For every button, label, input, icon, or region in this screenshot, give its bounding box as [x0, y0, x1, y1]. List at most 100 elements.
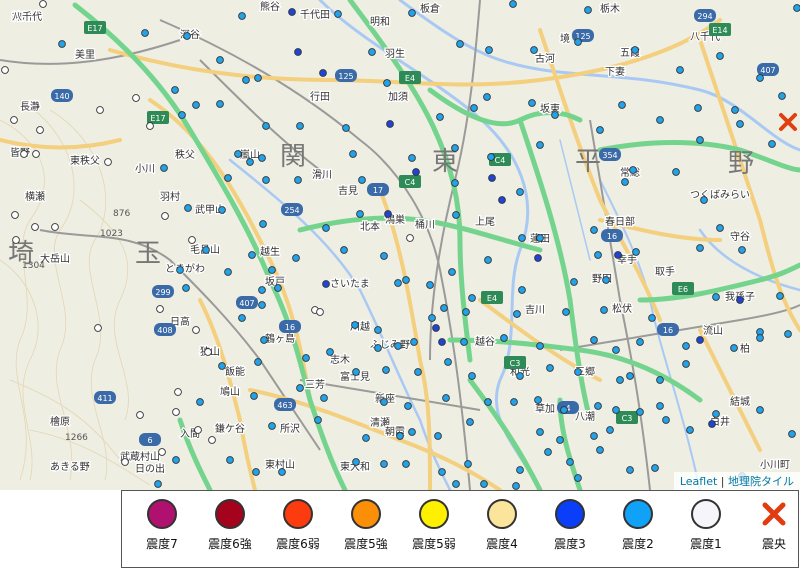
station-marker[interactable]	[182, 284, 190, 292]
station-marker[interactable]	[614, 251, 622, 259]
station-marker[interactable]	[594, 251, 602, 259]
station-marker[interactable]	[268, 422, 276, 430]
station-marker[interactable]	[104, 158, 112, 166]
station-marker[interactable]	[262, 176, 270, 184]
station-marker[interactable]	[736, 296, 744, 304]
station-marker[interactable]	[616, 376, 624, 384]
station-marker[interactable]	[596, 446, 604, 454]
station-marker[interactable]	[736, 120, 744, 128]
station-marker[interactable]	[96, 106, 104, 114]
station-marker[interactable]	[374, 344, 382, 352]
station-marker[interactable]	[192, 326, 200, 334]
station-marker[interactable]	[404, 402, 412, 410]
station-marker[interactable]	[590, 336, 598, 344]
station-marker[interactable]	[468, 294, 476, 302]
station-marker[interactable]	[602, 276, 610, 284]
station-marker[interactable]	[250, 392, 258, 400]
station-marker[interactable]	[288, 8, 296, 16]
station-marker[interactable]	[712, 293, 720, 301]
station-marker[interactable]	[682, 360, 690, 368]
station-marker[interactable]	[534, 254, 542, 262]
station-marker[interactable]	[204, 348, 212, 356]
station-marker[interactable]	[334, 10, 342, 18]
station-marker[interactable]	[676, 66, 684, 74]
station-marker[interactable]	[756, 406, 764, 414]
station-marker[interactable]	[516, 372, 524, 380]
station-marker[interactable]	[485, 46, 493, 54]
station-marker[interactable]	[606, 426, 614, 434]
station-marker[interactable]	[556, 436, 564, 444]
station-marker[interactable]	[686, 426, 694, 434]
station-marker[interactable]	[408, 428, 416, 436]
station-marker[interactable]	[158, 448, 166, 456]
station-marker[interactable]	[438, 468, 446, 476]
station-marker[interactable]	[238, 12, 246, 20]
station-marker[interactable]	[316, 308, 324, 316]
station-marker[interactable]	[509, 0, 517, 8]
station-marker[interactable]	[631, 46, 639, 54]
station-marker[interactable]	[546, 364, 554, 372]
station-marker[interactable]	[528, 99, 536, 107]
station-marker[interactable]	[218, 206, 226, 214]
station-marker[interactable]	[184, 204, 192, 212]
station-marker[interactable]	[268, 266, 276, 274]
station-marker[interactable]	[141, 29, 149, 37]
station-marker[interactable]	[192, 101, 200, 109]
station-marker[interactable]	[383, 79, 391, 87]
station-marker[interactable]	[438, 338, 446, 346]
station-marker[interactable]	[136, 411, 144, 419]
station-marker[interactable]	[414, 368, 422, 376]
station-marker[interactable]	[278, 468, 286, 476]
station-marker[interactable]	[254, 74, 262, 82]
station-marker[interactable]	[248, 251, 256, 259]
station-marker[interactable]	[274, 284, 282, 292]
station-marker[interactable]	[176, 266, 184, 274]
station-marker[interactable]	[352, 458, 360, 466]
station-marker[interactable]	[696, 336, 704, 344]
station-marker[interactable]	[260, 336, 268, 344]
station-marker[interactable]	[636, 338, 644, 346]
station-marker[interactable]	[584, 6, 592, 14]
station-marker[interactable]	[154, 480, 162, 488]
station-marker[interactable]	[518, 286, 526, 294]
station-marker[interactable]	[484, 256, 492, 264]
station-marker[interactable]	[440, 304, 448, 312]
station-marker[interactable]	[788, 430, 796, 438]
station-marker[interactable]	[612, 346, 620, 354]
station-marker[interactable]	[590, 432, 598, 440]
station-marker[interactable]	[412, 168, 420, 176]
station-marker[interactable]	[656, 116, 664, 124]
station-marker[interactable]	[696, 136, 704, 144]
station-marker[interactable]	[406, 234, 414, 242]
station-marker[interactable]	[32, 150, 40, 158]
station-marker[interactable]	[258, 154, 266, 162]
station-marker[interactable]	[544, 448, 552, 456]
station-marker[interactable]	[224, 268, 232, 276]
station-marker[interactable]	[226, 456, 234, 464]
station-marker[interactable]	[340, 246, 348, 254]
station-marker[interactable]	[483, 93, 491, 101]
station-marker[interactable]	[428, 314, 436, 322]
station-marker[interactable]	[172, 408, 180, 416]
station-marker[interactable]	[380, 460, 388, 468]
station-marker[interactable]	[194, 426, 202, 434]
station-marker[interactable]	[468, 372, 476, 380]
station-marker[interactable]	[394, 279, 402, 287]
station-marker[interactable]	[600, 306, 608, 314]
station-marker[interactable]	[51, 223, 59, 231]
station-marker[interactable]	[712, 410, 720, 418]
station-marker[interactable]	[394, 342, 402, 350]
station-marker[interactable]	[793, 4, 800, 12]
station-marker[interactable]	[488, 174, 496, 182]
station-marker[interactable]	[314, 416, 322, 424]
station-marker[interactable]	[262, 122, 270, 130]
station-marker[interactable]	[218, 362, 226, 370]
station-marker[interactable]	[402, 276, 410, 284]
station-marker[interactable]	[202, 246, 210, 254]
station-marker[interactable]	[432, 324, 440, 332]
station-marker[interactable]	[259, 220, 267, 228]
station-marker[interactable]	[510, 398, 518, 406]
station-marker[interactable]	[408, 9, 416, 17]
station-marker[interactable]	[551, 111, 559, 119]
station-marker[interactable]	[20, 150, 28, 158]
